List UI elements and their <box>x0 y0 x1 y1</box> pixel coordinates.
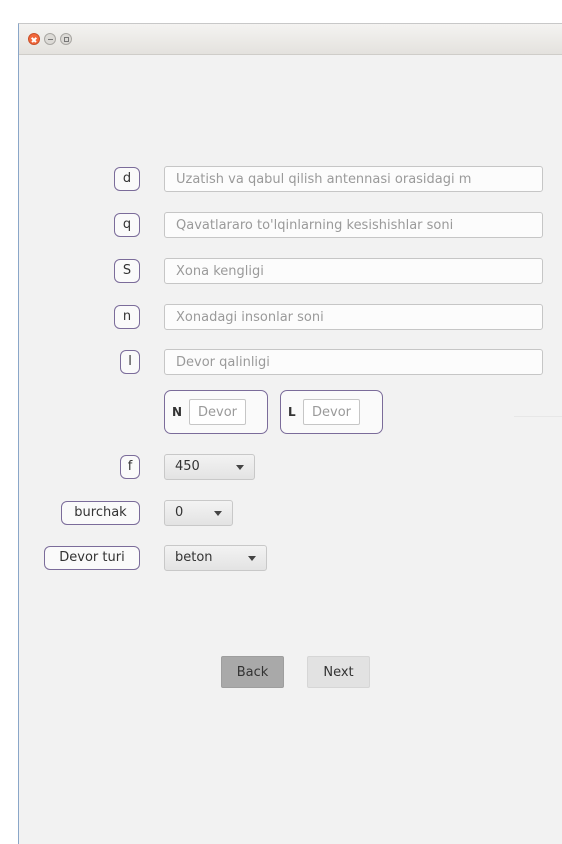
back-button[interactable]: Back <box>221 656 284 688</box>
people-count-field[interactable] <box>164 304 543 330</box>
wall-n-group: N <box>164 390 268 434</box>
label-q: q <box>114 213 140 237</box>
wall-thickness-field[interactable] <box>164 349 543 375</box>
wall-l-field[interactable] <box>303 399 360 425</box>
chevron-down-icon <box>236 465 244 470</box>
wall-l-label: L <box>288 405 296 419</box>
label-s: S <box>114 259 140 283</box>
room-width-field[interactable] <box>164 258 543 284</box>
label-d: d <box>114 167 140 191</box>
distance-field[interactable] <box>164 166 543 192</box>
app-window: d q S n l N L f 450 burchak 0 Devor turi… <box>18 23 562 844</box>
frequency-select[interactable]: 450 <box>164 454 255 480</box>
close-icon[interactable] <box>28 33 40 45</box>
minimize-icon[interactable] <box>44 33 56 45</box>
wall-n-label: N <box>172 405 183 419</box>
next-button[interactable]: Next <box>307 656 370 688</box>
intersections-field[interactable] <box>164 212 543 238</box>
wall-type-select[interactable]: beton <box>164 545 267 571</box>
wall-l-group: L <box>280 390 383 434</box>
label-devor-turi: Devor turi <box>44 546 140 570</box>
wall-n-field[interactable] <box>189 399 246 425</box>
chevron-down-icon <box>214 511 222 516</box>
label-burchak: burchak <box>61 501 140 525</box>
angle-select[interactable]: 0 <box>164 500 233 526</box>
separator <box>514 416 562 417</box>
label-f: f <box>120 455 140 479</box>
title-bar <box>19 24 562 55</box>
wall-type-value: beton <box>175 550 213 565</box>
angle-value: 0 <box>175 505 184 520</box>
frequency-value: 450 <box>175 459 200 474</box>
label-l: l <box>120 350 140 374</box>
label-n: n <box>114 305 140 329</box>
chevron-down-icon <box>248 556 256 561</box>
maximize-icon[interactable] <box>60 33 72 45</box>
